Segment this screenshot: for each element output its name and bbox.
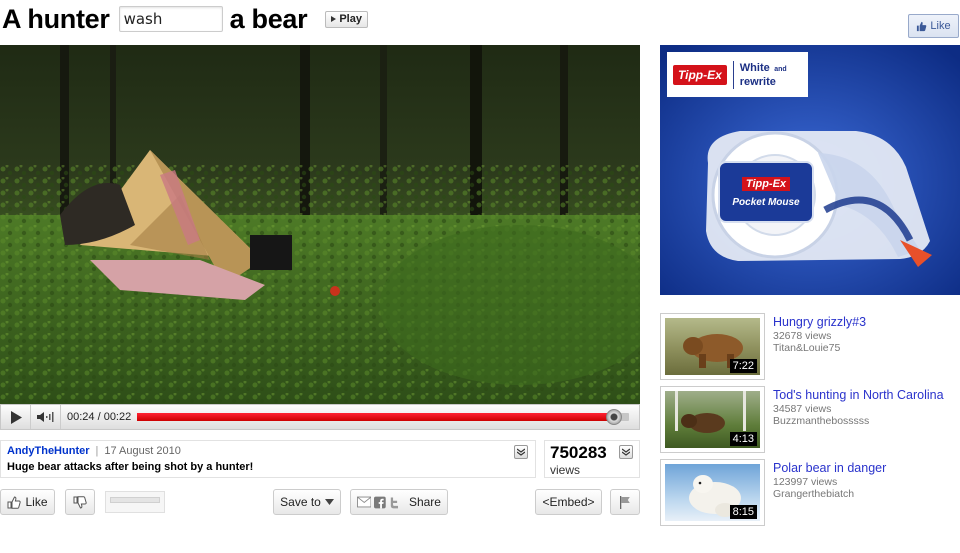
thumbs-up-icon <box>7 495 22 509</box>
verb-input[interactable] <box>118 6 223 32</box>
ad-tagline: White and rewrite <box>740 61 787 88</box>
ad-logo-banner: Tipp-Ex White and rewrite <box>667 52 808 97</box>
uploader-link[interactable]: AndyTheHunter <box>7 445 90 457</box>
title-play-button[interactable]: Play <box>325 10 368 28</box>
related-views: 34587 views <box>773 403 832 415</box>
play-button-label: Play <box>339 13 362 25</box>
volume-icon <box>36 412 53 422</box>
tagline-line2: rewrite <box>739 76 776 88</box>
progress-fill <box>137 413 615 421</box>
product-name: Pocket Mouse <box>732 196 800 208</box>
embed-button[interactable]: <Embed> <box>535 489 602 515</box>
player-controls: 00:24 / 00:22 <box>0 404 640 430</box>
video-duration: 4:13 <box>729 432 757 446</box>
save-to-label: Save to <box>280 495 321 509</box>
facebook-like-button[interactable]: Like <box>908 14 959 38</box>
related-title[interactable]: Polar bear in danger <box>773 461 886 476</box>
progress-bar[interactable] <box>137 409 629 425</box>
related-views: 32678 views <box>773 330 832 342</box>
title-suffix: a bear <box>229 3 308 34</box>
video-duration: 7:22 <box>729 359 757 373</box>
video-frame <box>0 45 640 404</box>
related-author: Buzzmanthebosssss <box>773 415 870 427</box>
related-views: 123997 views <box>773 476 838 488</box>
chevron-down-icon <box>622 448 630 456</box>
views-box: 750283 views <box>544 440 640 478</box>
facebook-icon <box>374 496 387 508</box>
player-play-button[interactable] <box>1 405 31 429</box>
title-row: A hunter a bear Play <box>2 2 368 36</box>
embed-label: <Embed> <box>542 495 595 509</box>
progress-handle[interactable] <box>606 409 623 425</box>
video-player[interactable] <box>0 45 640 404</box>
flag-button[interactable] <box>610 489 640 515</box>
title-prefix: A hunter <box>2 3 110 34</box>
expand-stats-button[interactable] <box>619 445 633 459</box>
time-display: 00:24 / 00:22 <box>67 411 132 423</box>
upload-date: 17 August 2010 <box>104 445 181 457</box>
play-icon <box>10 410 22 424</box>
related-author: Grangerthebiatch <box>773 488 855 500</box>
twitter-icon <box>390 497 399 508</box>
thumbs-up-icon <box>917 21 927 31</box>
page: A hunter a bear Play Like <box>0 0 960 553</box>
like-label: Like <box>25 495 48 509</box>
share-label: Share <box>408 495 441 509</box>
related-author: Titan&Louie75 <box>773 342 841 354</box>
flag-icon <box>620 495 630 509</box>
tagline-and: and <box>774 66 787 73</box>
tippex-advertisement[interactable]: Tipp-Ex White and rewrite Tipp-Ex Pocket… <box>660 45 960 295</box>
product-brand: Tipp-Ex <box>741 176 791 191</box>
related-video[interactable]: 8:15 Polar bear in danger 123997 views G… <box>660 459 960 526</box>
chevron-down-icon <box>324 499 334 505</box>
rating-bar <box>105 491 165 513</box>
tippex-logo: Tipp-Ex <box>673 64 727 85</box>
facebook-like-label: Like <box>930 20 951 32</box>
thumbs-down-icon <box>73 495 87 509</box>
video-duration: 8:15 <box>729 505 757 519</box>
product-badge: Tipp-Ex Pocket Mouse <box>718 161 814 223</box>
like-button[interactable]: Like <box>0 489 55 515</box>
share-button[interactable]: Share <box>350 489 448 515</box>
related-video[interactable]: 7:22 Hungry grizzly#3 32678 views Titan&… <box>660 313 960 380</box>
tagline-line1: White <box>739 62 770 74</box>
views-label: views <box>550 463 581 477</box>
video-description: Huge bear attacks after being shot by a … <box>7 461 254 473</box>
dislike-button[interactable] <box>65 489 95 515</box>
related-title[interactable]: Hungry grizzly#3 <box>773 315 866 330</box>
separator: | <box>95 445 99 457</box>
related-thumbnail[interactable]: 7:22 <box>660 313 765 380</box>
volume-button[interactable] <box>31 405 61 429</box>
chevron-down-icon <box>517 448 525 456</box>
email-icon <box>357 496 372 508</box>
play-icon <box>331 16 337 22</box>
related-title[interactable]: Tod's hunting in North Carolina <box>773 388 944 403</box>
video-info: AndyTheHunter | 17 August 2010 Huge bear… <box>0 440 536 478</box>
related-video[interactable]: 4:13 Tod's hunting in North Carolina 345… <box>660 386 960 453</box>
expand-info-button[interactable] <box>514 445 528 459</box>
related-thumbnail[interactable]: 8:15 <box>660 459 765 526</box>
save-to-button[interactable]: Save to <box>273 489 341 515</box>
related-thumbnail[interactable]: 4:13 <box>660 386 765 453</box>
logo-divider <box>732 60 734 89</box>
